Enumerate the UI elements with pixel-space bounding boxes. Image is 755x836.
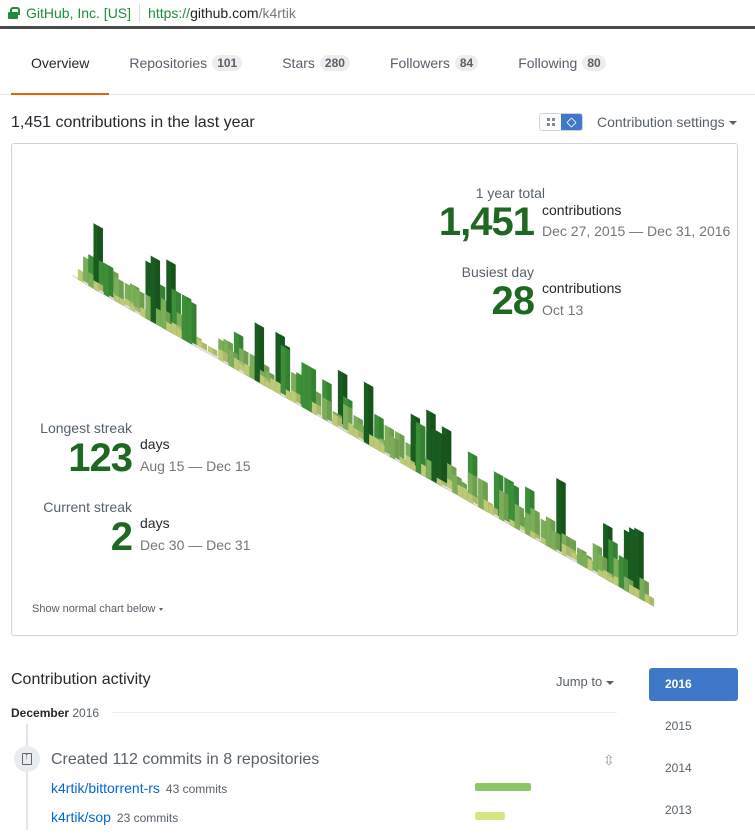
tab-repositories[interactable]: Repositories 101 [109,32,262,94]
bar-side-right [441,433,447,489]
longest-streak-unit: days [140,436,170,452]
current-streak-value: 2 [110,515,133,559]
current-streak-label: Current streak [43,499,132,515]
view-toggle [539,113,583,131]
profile-tabs: Overview Repositories 101 Stars 280 Foll… [0,32,755,95]
longest-streak-value: 123 [68,436,133,480]
jump-to-dropdown[interactable]: Jump to [556,674,615,689]
current-streak-unit: days [140,515,170,531]
repo-commit-row: k4rtik/bittorrent-rs 43 commits [51,780,227,796]
isometric-chart [68,220,655,607]
bar-side-right [108,265,114,300]
repo-push-icon [22,751,32,765]
tab-label: Repositories [129,55,208,71]
show-normal-chart-toggle[interactable]: Show normal chart below [32,603,163,615]
year-link-2013[interactable]: 2013 [649,794,738,827]
total-label: 1 year total [475,185,545,201]
total-value: 1,451 [438,200,535,244]
commit-badge [14,746,40,772]
jump-to-label: Jump to [556,674,603,689]
tab-following[interactable]: Following 80 [498,32,626,94]
repo-link[interactable]: k4rtik/sop [51,809,111,825]
repo-commit-row: k4rtik/sop 23 commits [51,809,178,825]
year-list: 2016 2015 2014 2013 [649,668,738,836]
contribution-activity-heading: Contribution activity [11,671,151,688]
url-path: /k4rtik [258,5,296,21]
following-count: 80 [582,55,606,71]
commit-count: 43 commits [165,782,228,796]
url-host: github.com [190,5,259,21]
isometric-contribution-panel: 1 year total 1,451 contributions Dec 27,… [11,143,738,636]
longest-streak-range: Aug 15 — Dec 15 [140,458,251,474]
timeline-line [26,724,28,830]
month-year: 2016 [72,706,100,720]
grid-icon [546,118,555,126]
commit-count: 23 commits [116,811,179,825]
tab-stars[interactable]: Stars 280 [262,32,370,94]
tab-label: Stars [282,55,315,71]
year-link-2014[interactable]: 2014 [649,752,738,785]
url-scheme: https:// [148,5,191,21]
caret-down-icon [158,607,163,611]
total-range: Dec 27, 2015 — Dec 31, 2016 [542,223,731,239]
site-identity[interactable]: GitHub, Inc. [US] [26,5,131,21]
caret-down-icon [728,121,737,126]
divider [112,712,617,713]
busiest-label: Busiest day [461,264,534,280]
contributions-heading: 1,451 contributions in the last year [11,114,255,131]
tab-overview[interactable]: Overview [11,32,110,95]
busiest-unit: contributions [542,280,622,296]
caret-down-icon [606,680,615,685]
address-bar[interactable]: GitHub, Inc. [US] https:// github.com /k… [0,0,755,29]
commit-bar [475,783,531,791]
contribution-settings-dropdown[interactable]: Contribution settings [597,114,737,130]
repositories-count: 101 [212,55,243,71]
commit-bar [475,812,505,820]
lock-icon [8,7,20,19]
fold-icon[interactable]: ⇳ [603,752,615,769]
grid-view-button[interactable] [540,114,561,130]
contribution-settings-label: Contribution settings [597,114,725,130]
year-link-2016[interactable]: 2016 [649,668,738,701]
repo-link[interactable]: k4rtik/bittorrent-rs [51,780,160,796]
month-heading: December 2016 [11,706,99,720]
tab-label: Following [518,55,578,71]
current-streak-range: Dec 30 — Dec 31 [140,537,251,553]
show-normal-chart-label: Show normal chart below [32,603,156,615]
cube-icon [566,116,577,128]
tab-label: Followers [389,55,450,71]
stars-count: 280 [319,55,350,71]
bar-side-right [503,492,509,524]
total-unit: contributions [542,202,622,218]
busiest-date: Oct 13 [542,302,584,318]
tab-label: Overview [31,55,90,71]
month-name: December [11,706,70,720]
tab-followers[interactable]: Followers 84 [370,32,498,94]
isometric-view-button[interactable] [561,114,582,130]
followers-count: 84 [454,55,479,71]
longest-streak-label: Longest streak [40,420,132,436]
bar-side-right [191,302,197,347]
divider [139,4,141,22]
year-link-2015[interactable]: 2015 [649,710,738,743]
commits-summary: Created 112 commits in 8 repositories [51,751,320,768]
bar-side-right [649,595,655,607]
busiest-value: 28 [491,279,536,323]
